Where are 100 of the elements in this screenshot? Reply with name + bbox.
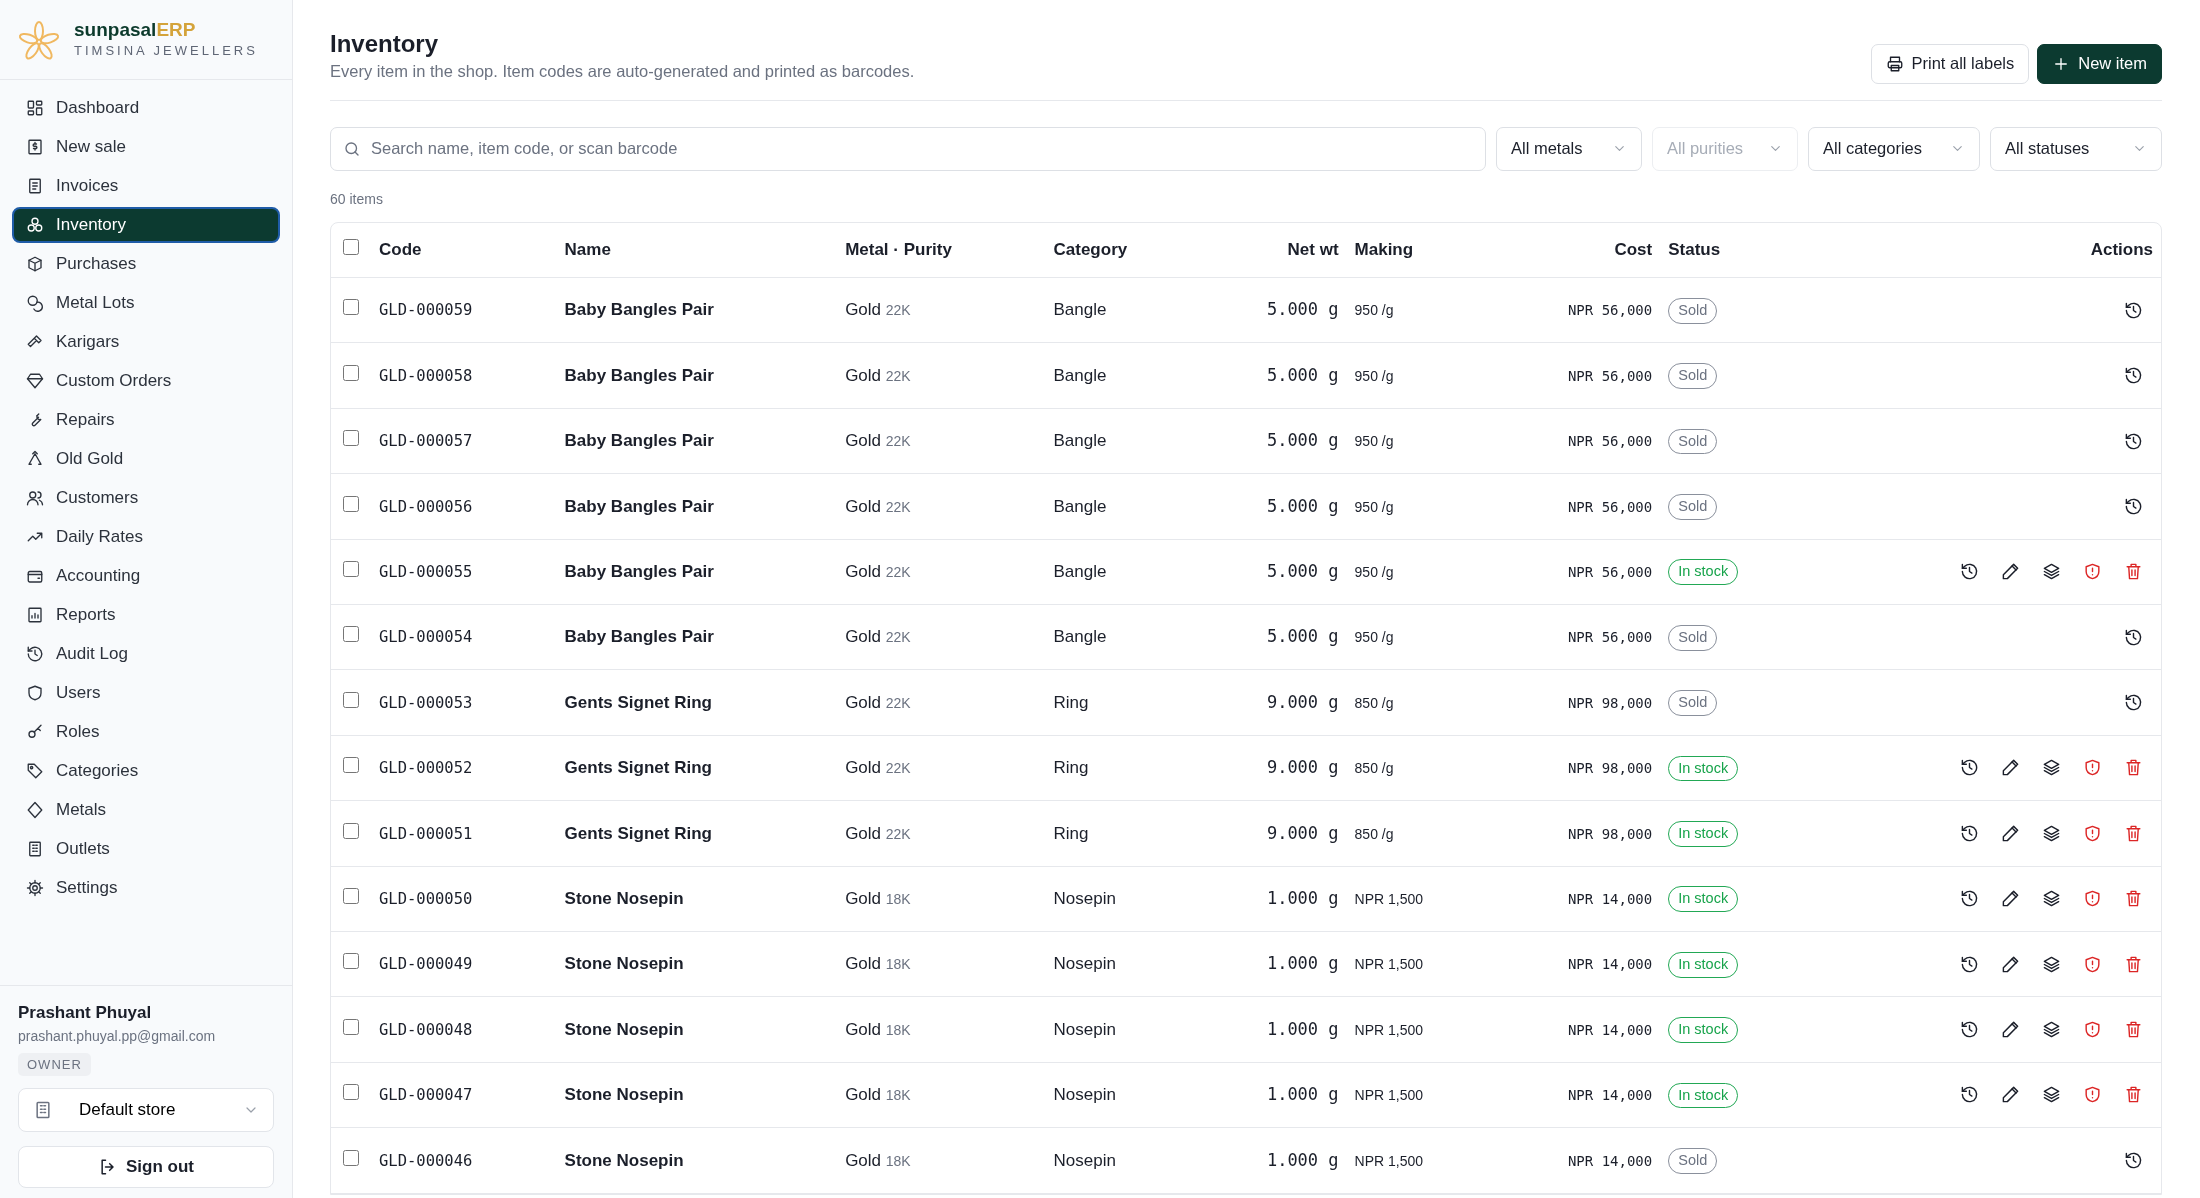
sidebar-item[interactable]: Purchases: [12, 246, 280, 282]
pencil-icon[interactable]: [2001, 889, 2020, 909]
sidebar-item[interactable]: Settings: [12, 870, 280, 906]
history-icon[interactable]: [1960, 758, 1979, 778]
delete-icon[interactable]: [2124, 1020, 2143, 1040]
metal-name: Gold: [845, 627, 882, 647]
pencil-icon[interactable]: [2001, 1085, 2020, 1105]
row-checkbox[interactable]: [343, 626, 359, 643]
cost-text: NPR 14,000: [1567, 1021, 1653, 1038]
sidebar-item[interactable]: Metals: [12, 792, 280, 828]
history-icon[interactable]: [2124, 300, 2143, 320]
circles-icon: [26, 216, 44, 234]
pencil-icon[interactable]: [2001, 1020, 2020, 1040]
sidebar-item[interactable]: Karigars: [12, 324, 280, 360]
sidebar-item[interactable]: Daily Rates: [12, 519, 280, 555]
layers-icon[interactable]: [2042, 889, 2061, 909]
metal-name: Gold: [845, 1085, 882, 1105]
sidebar-item[interactable]: Categories: [12, 753, 280, 789]
filter-select[interactable]: All categories: [1808, 126, 1980, 171]
sidebar-item[interactable]: Roles: [12, 714, 280, 750]
sidebar-item[interactable]: Customers: [12, 480, 280, 516]
grid-icon: [26, 99, 44, 117]
sign-out-button[interactable]: Sign out: [18, 1146, 274, 1188]
net-weight: 5.000 g: [1266, 561, 1339, 582]
layers-icon[interactable]: [2042, 823, 2061, 843]
history-icon[interactable]: [2124, 627, 2143, 647]
layers-icon[interactable]: [2042, 1020, 2061, 1040]
shield-alert-icon[interactable]: [2083, 954, 2102, 974]
item-count: 60 items: [330, 189, 384, 209]
sidebar-item[interactable]: New sale: [12, 129, 280, 165]
row-checkbox[interactable]: [343, 1084, 359, 1101]
shield-alert-icon[interactable]: [2083, 562, 2102, 582]
history-icon[interactable]: [2124, 693, 2143, 713]
row-checkbox[interactable]: [343, 822, 359, 839]
history-icon[interactable]: [2124, 1150, 2143, 1170]
diamond-icon: [26, 801, 44, 819]
row-checkbox[interactable]: [343, 299, 359, 316]
shield-alert-icon[interactable]: [2083, 1020, 2102, 1040]
history-icon[interactable]: [2124, 431, 2143, 451]
row-checkbox[interactable]: [343, 364, 359, 381]
making-charge: 950 /g: [1354, 498, 1394, 515]
shield-alert-icon[interactable]: [2083, 889, 2102, 909]
shield-alert-icon[interactable]: [2083, 758, 2102, 778]
pencil-icon[interactable]: [2001, 758, 2020, 778]
item-code: GLD-000054: [379, 628, 473, 647]
sidebar-item[interactable]: Outlets: [12, 831, 280, 867]
select-all-checkbox[interactable]: [343, 239, 359, 256]
delete-icon[interactable]: [2124, 954, 2143, 974]
history-icon[interactable]: [1960, 562, 1979, 582]
sidebar-item[interactable]: Reports: [12, 597, 280, 633]
history-icon[interactable]: [1960, 823, 1979, 843]
layers-icon[interactable]: [2042, 562, 2061, 582]
history-icon[interactable]: [2124, 496, 2143, 516]
row-checkbox[interactable]: [343, 953, 359, 970]
history-icon[interactable]: [2124, 366, 2143, 386]
sidebar-item[interactable]: Invoices: [12, 168, 280, 204]
shield-icon: [26, 684, 44, 702]
row-checkbox[interactable]: [343, 691, 359, 708]
row-checkbox[interactable]: [343, 1018, 359, 1035]
delete-icon[interactable]: [2124, 823, 2143, 843]
history-icon[interactable]: [1960, 1020, 1979, 1040]
sidebar-item[interactable]: Dashboard: [12, 90, 280, 126]
filter-select[interactable]: All metals: [1496, 126, 1642, 171]
pencil-icon[interactable]: [2001, 954, 2020, 974]
settings-icon: [26, 879, 44, 897]
history-icon[interactable]: [1960, 889, 1979, 909]
sidebar-item[interactable]: Accounting: [12, 558, 280, 594]
sidebar-item[interactable]: Custom Orders: [12, 363, 280, 399]
row-checkbox[interactable]: [343, 561, 359, 578]
shield-alert-icon[interactable]: [2083, 823, 2102, 843]
pencil-icon[interactable]: [2001, 562, 2020, 582]
sidebar-item[interactable]: Metal Lots: [12, 285, 280, 321]
row-checkbox[interactable]: [343, 757, 359, 774]
row-checkbox[interactable]: [343, 430, 359, 447]
layers-icon[interactable]: [2042, 954, 2061, 974]
filter-select[interactable]: All statuses: [1990, 126, 2162, 171]
delete-icon[interactable]: [2124, 562, 2143, 582]
sidebar-item[interactable]: Repairs: [12, 402, 280, 438]
row-checkbox[interactable]: [343, 495, 359, 512]
row-checkbox[interactable]: [343, 888, 359, 904]
delete-icon[interactable]: [2124, 758, 2143, 778]
delete-icon[interactable]: [2124, 889, 2143, 909]
history-icon[interactable]: [1960, 954, 1979, 974]
delete-icon[interactable]: [2124, 1085, 2143, 1105]
sidebar-item[interactable]: Inventory: [12, 207, 280, 243]
history-icon[interactable]: [1960, 1085, 1979, 1105]
sidebar-item[interactable]: Audit Log: [12, 636, 280, 672]
print-labels-button[interactable]: Print all labels: [1870, 43, 2030, 84]
layers-icon[interactable]: [2042, 758, 2061, 778]
search-field[interactable]: Search name, item code, or scan barcode: [330, 126, 1486, 171]
new-item-button[interactable]: New item: [2037, 43, 2162, 84]
sidebar-item[interactable]: Old Gold: [12, 441, 280, 477]
shield-alert-icon[interactable]: [2083, 1085, 2102, 1105]
making-charge: 950 /g: [1354, 302, 1394, 319]
sidebar-item[interactable]: Users: [12, 675, 280, 711]
row-checkbox[interactable]: [343, 1149, 359, 1166]
making-charge: NPR 1,500: [1354, 1087, 1424, 1104]
pencil-icon[interactable]: [2001, 823, 2020, 843]
store-select[interactable]: Default store: [18, 1088, 274, 1132]
layers-icon[interactable]: [2042, 1085, 2061, 1105]
